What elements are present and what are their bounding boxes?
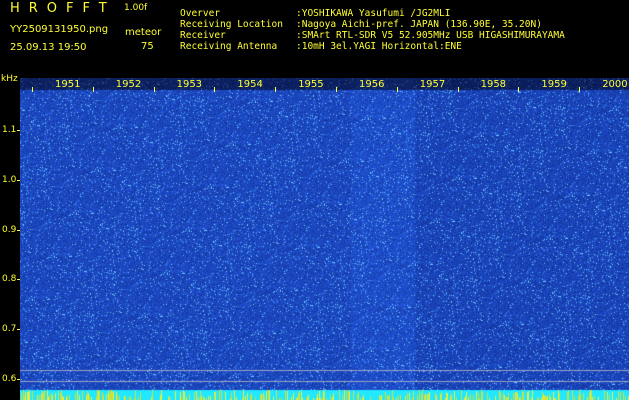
frequency-tick-label: 0.7: [2, 324, 17, 335]
time-tick-label: 1952: [115, 79, 142, 90]
capture-datetime: 25.09.13 19:50: [10, 42, 87, 53]
time-tick-mark: [153, 87, 155, 92]
app-title: HROFFT: [10, 1, 116, 16]
meteor-count: 75: [141, 41, 154, 52]
frequency-unit: kHz: [1, 74, 18, 84]
frequency-tick-label: 1.0: [2, 174, 17, 185]
time-tick-mark: [579, 87, 581, 92]
time-tick-label: 1956: [359, 79, 385, 90]
time-tick-label: 1957: [419, 79, 446, 90]
version-label: 1.00f: [124, 3, 148, 13]
frequency-tick-label: 0.6: [2, 374, 17, 384]
info-value-receiver: :SMArt RTL-SDR V5 52.905MHz USB HIGASHIM…: [296, 30, 565, 41]
time-tick-mark: [275, 87, 277, 92]
time-tick-label: 1954: [237, 79, 263, 90]
time-tick-mark: [518, 87, 520, 92]
info-value-antenna: :10mH 3el.YAGI Horizontal:ENE: [296, 41, 462, 52]
time-tick-label: 1955: [298, 79, 324, 90]
time-axis: 1951 1952 1953 1954 1955 1956 1957 1958 1959 2000: [20, 78, 629, 92]
frequency-tick-label: 0.9: [2, 224, 17, 235]
time-tick-mark: [457, 87, 459, 92]
file-name: YY2509131950.png: [10, 24, 109, 35]
frequency-tick-label: 1.1: [2, 125, 17, 135]
time-tick-mark: [396, 87, 398, 92]
time-tick-mark: [336, 87, 337, 92]
spectrogram-canvas: [20, 78, 629, 400]
info-key-observer: Overver: [180, 8, 221, 19]
info-key-receiver: Receiver: [180, 30, 226, 41]
spectrogram: 1951 1952 1953 1954 1955 1956 1957 1958 1959 2000: [20, 78, 629, 400]
mode-label: meteor: [125, 27, 162, 38]
time-tick-mark: [214, 87, 216, 92]
time-tick-mark: [32, 87, 33, 92]
time-tick-label: 1959: [541, 79, 567, 90]
time-tick-label: 1958: [480, 79, 507, 90]
time-tick-label: 1951: [55, 79, 81, 90]
frequency-tick-label: 0.8: [2, 274, 17, 285]
info-value-location: :Nagoya Aichi-pref. JAPAN (136.90E, 35.2…: [296, 19, 542, 30]
info-value-observer: :YOSHIKAWA Yasufumi /JG2MLI: [296, 8, 451, 19]
hrofft-window: HROFFT 1.00f YY2509131950.png meteor 25.…: [0, 0, 629, 400]
time-tick-label: 1953: [176, 79, 203, 90]
frequency-axis: kHz 1.1 1.0 0.9 0.8 0.7 0.6: [0, 70, 21, 400]
info-key-location: Receiving Location: [180, 19, 283, 30]
time-tick-label: 2000: [602, 79, 628, 90]
info-key-antenna: Receiving Antenna: [180, 41, 278, 52]
time-tick-mark: [92, 87, 94, 92]
